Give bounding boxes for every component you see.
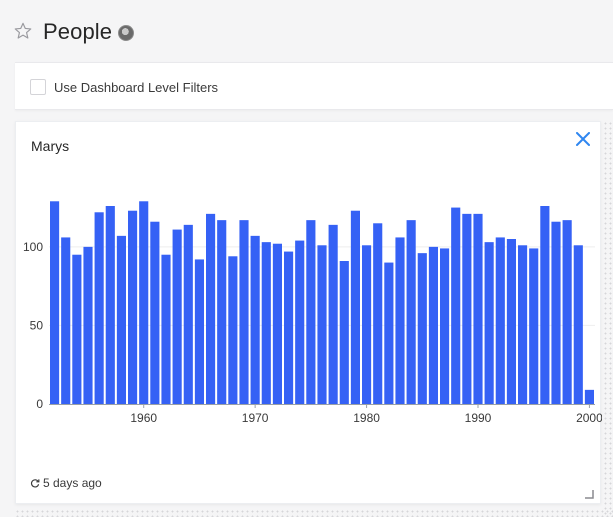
x-tick-label: 1990 [465,411,492,425]
y-tick-label: 50 [30,318,44,332]
bar[interactable] [306,220,316,404]
bar[interactable] [562,220,572,404]
filter-bar: Use Dashboard Level Filters [15,62,613,110]
bar[interactable] [395,237,405,404]
dashboard-header: People [0,0,613,60]
bar[interactable] [105,206,115,404]
x-tick-label: 2000 [576,411,602,425]
bar[interactable] [206,213,216,404]
bar-chart: 0 50 100 1960 1970 1980 1990 2000 [23,201,602,425]
grid-dots-bottom [15,509,613,517]
bar[interactable] [139,201,149,404]
y-tick-label: 100 [23,240,43,254]
bar[interactable] [94,212,104,404]
bar[interactable] [183,224,193,404]
bar[interactable] [228,256,238,404]
bar[interactable] [317,245,327,404]
bar[interactable] [417,253,427,404]
refresh-status: 5 days ago [30,476,102,490]
bar[interactable] [473,213,483,404]
bar[interactable] [406,220,416,404]
bar[interactable] [495,237,505,404]
bar[interactable] [172,229,182,404]
bar[interactable] [584,389,594,404]
use-dashboard-filters-label[interactable]: Use Dashboard Level Filters [54,80,218,95]
bar[interactable] [116,235,126,404]
x-tick-label: 1980 [353,411,380,425]
bar[interactable] [484,242,494,404]
bar[interactable] [284,251,294,404]
bar[interactable] [217,220,227,404]
bar[interactable] [551,221,561,404]
chart-card: Marys 0 50 100 1960 1970 1980 1990 2000 5 days … [15,121,602,504]
bar[interactable] [72,254,82,404]
bar[interactable] [339,261,349,404]
bar[interactable] [83,246,93,404]
bar[interactable] [272,243,282,404]
star-outline-icon[interactable] [13,21,33,41]
bar[interactable] [451,207,461,404]
grid-dots-edge [603,121,613,517]
bar[interactable] [573,245,583,404]
bar[interactable] [529,248,539,404]
bar[interactable] [295,240,305,404]
bar[interactable] [518,245,528,404]
bar[interactable] [239,220,249,404]
bar[interactable] [540,206,550,404]
bar[interactable] [384,262,394,404]
bar[interactable] [373,223,383,404]
resize-handle-icon[interactable] [584,489,594,499]
avatar[interactable] [118,25,134,41]
bar[interactable] [506,239,516,404]
bar[interactable] [428,246,438,404]
bar[interactable] [194,259,204,404]
refreshed-time: 5 days ago [43,476,102,490]
bar[interactable] [250,235,260,404]
y-tick-label: 0 [36,397,43,411]
bar[interactable] [362,245,372,404]
bar[interactable] [61,237,71,404]
bar[interactable] [50,201,60,404]
bar[interactable] [440,248,450,404]
bar[interactable] [261,242,271,404]
x-tick-label: 1960 [130,411,157,425]
bar[interactable] [328,224,338,404]
bar[interactable] [161,254,171,404]
bar[interactable] [150,221,160,404]
x-tick-label: 1970 [242,411,269,425]
use-dashboard-filters-checkbox[interactable] [30,79,46,95]
bar[interactable] [128,210,138,404]
bar[interactable] [462,213,472,404]
refresh-icon [30,479,40,488]
page-title: People [43,19,113,44]
bar[interactable] [350,210,360,404]
